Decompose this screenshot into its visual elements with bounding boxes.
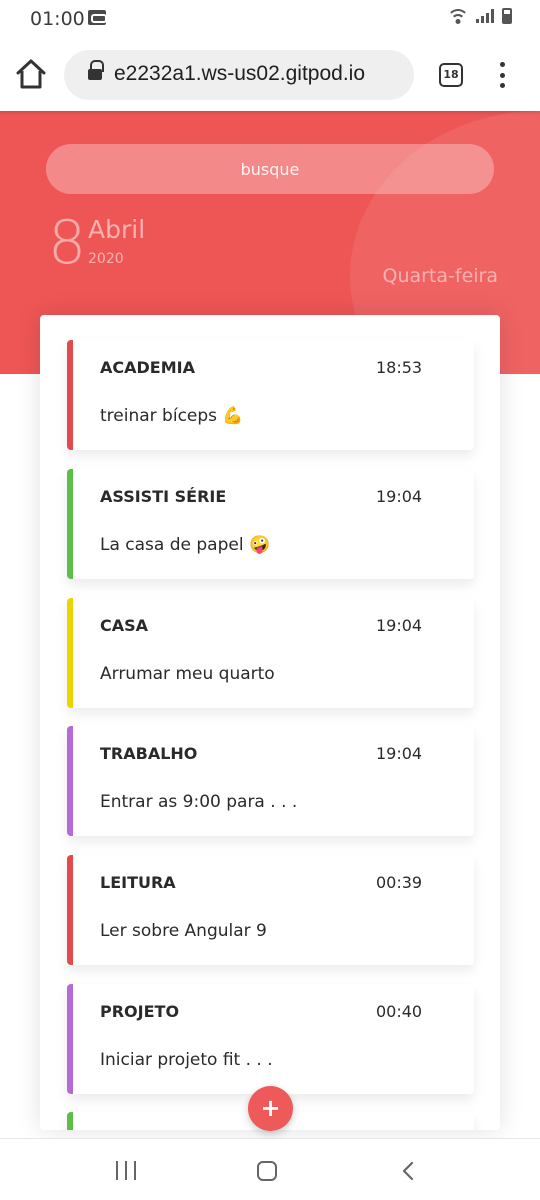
home-icon[interactable] — [257, 1161, 277, 1181]
more-vert-icon[interactable] — [496, 62, 508, 88]
recent-apps-icon[interactable] — [116, 1161, 136, 1180]
date-year: 2020 — [88, 251, 124, 267]
url-text: e2232a1.ws-us02.gitpod.io — [114, 62, 366, 85]
task-time: 19:04 — [376, 616, 423, 635]
back-icon[interactable] — [402, 1161, 414, 1181]
status-time: 01:00 — [30, 8, 85, 30]
tabs-icon[interactable]: 18 — [439, 63, 463, 87]
task-card[interactable]: ASSISTI SÉRIE 19:04 La casa de papel 🤪 — [67, 469, 474, 579]
task-time: 19:04 — [376, 487, 423, 506]
battery-icon — [502, 8, 512, 24]
task-list-panel: ACADEMIA 18:53 treinar bíceps 💪 ASSISTI … — [40, 315, 500, 1130]
wifi-icon — [448, 8, 468, 24]
lock-icon — [88, 60, 104, 80]
task-title: ASSISTI SÉRIE — [100, 487, 227, 506]
date-month: Abril — [88, 215, 146, 244]
vm-icon — [88, 10, 107, 25]
task-card[interactable]: LEITURA 00:39 Ler sobre Angular 9 — [67, 855, 474, 965]
task-description: La casa de papel 🤪 — [100, 535, 271, 555]
date-day: 8 — [48, 208, 87, 278]
task-description: treinar bíceps 💪 — [100, 406, 244, 426]
status-icons — [448, 8, 512, 24]
task-description: Entrar as 9:00 para . . . — [100, 792, 298, 812]
task-title: PROJETO — [100, 1002, 180, 1021]
date-weekday: Quarta-feira — [382, 265, 498, 287]
address-bar[interactable]: e2232a1.ws-us02.gitpod.io — [64, 50, 414, 100]
task-card[interactable]: TRABALHO 19:04 Entrar as 9:00 para . . . — [67, 726, 474, 836]
task-card[interactable]: ACADEMIA 18:53 treinar bíceps 💪 — [67, 340, 474, 450]
home-icon[interactable] — [14, 58, 48, 90]
task-card[interactable]: CASA 19:04 Arrumar meu quarto — [67, 598, 474, 708]
add-task-button[interactable]: + — [248, 1086, 293, 1131]
task-description: Arrumar meu quarto — [100, 664, 275, 684]
task-title: ACADEMIA — [100, 358, 195, 377]
task-description: Iniciar projeto fit . . . — [100, 1050, 273, 1070]
task-title: LEITURA — [100, 873, 176, 892]
task-time: 00:40 — [376, 1002, 423, 1021]
status-bar: 01:00 — [0, 0, 540, 38]
task-card[interactable]: PROJETO 00:40 Iniciar projeto fit . . . — [67, 984, 474, 1094]
task-title: TRABALHO — [100, 744, 198, 763]
task-time: 19:04 — [376, 744, 423, 763]
system-nav-bar — [0, 1138, 540, 1200]
browser-toolbar: e2232a1.ws-us02.gitpod.io 18 — [0, 38, 540, 111]
task-time: 18:53 — [376, 358, 423, 377]
signal-icon — [476, 9, 494, 23]
task-description: Ler sobre Angular 9 — [100, 921, 267, 941]
search-input[interactable] — [46, 144, 494, 194]
task-title: CASA — [100, 616, 149, 635]
task-time: 00:39 — [376, 873, 423, 892]
